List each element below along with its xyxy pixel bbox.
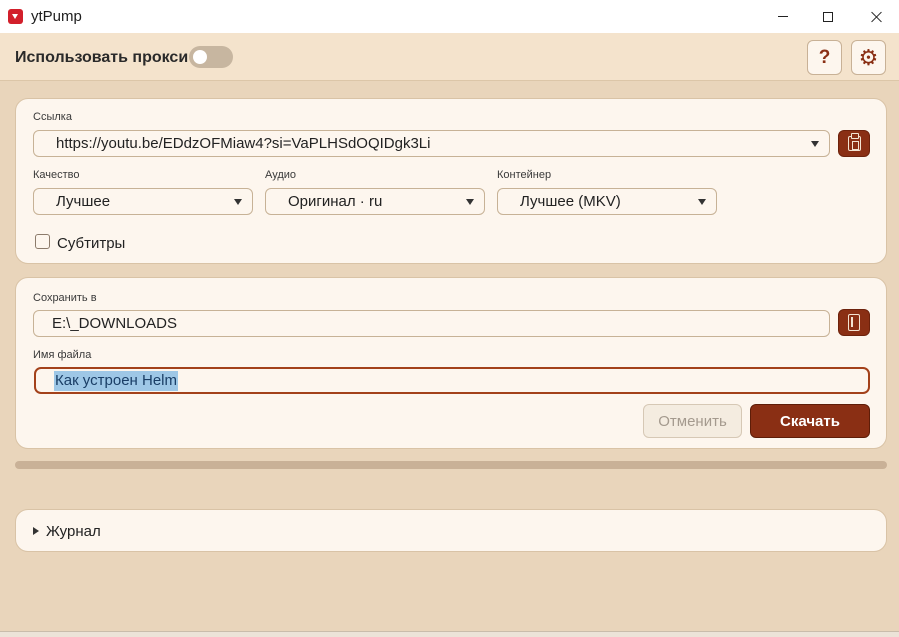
expand-arrow-icon[interactable] xyxy=(33,527,39,535)
proxy-label: Использовать прокси xyxy=(15,49,189,66)
container-select[interactable]: Лучшее (MKV) xyxy=(497,188,717,215)
maximize-icon xyxy=(823,11,833,22)
container-value: Лучшее (MKV) xyxy=(520,193,621,210)
chevron-down-icon xyxy=(234,199,242,205)
proxy-toggle[interactable] xyxy=(189,46,233,68)
save-path-input[interactable]: E:\_DOWNLOADS xyxy=(33,310,830,337)
browse-folder-button[interactable] xyxy=(838,309,870,336)
settings-button[interactable]: ⚙ xyxy=(851,40,886,75)
clipboard-icon xyxy=(847,133,861,151)
log-label[interactable]: Журнал xyxy=(46,523,101,540)
help-icon: ? xyxy=(818,46,831,68)
chevron-down-icon xyxy=(698,199,706,205)
save-path-label: Сохранить в xyxy=(33,292,97,304)
maximize-button[interactable] xyxy=(805,0,851,33)
audio-label: Аудио xyxy=(265,169,297,181)
bottom-edge xyxy=(0,631,899,637)
folder-icon xyxy=(848,314,860,331)
url-value: https://youtu.be/EDdzOFMiaw4?si=VaPLHSdO… xyxy=(56,135,431,152)
filename-input[interactable]: Как устроен Helm xyxy=(34,367,870,394)
url-combobox[interactable]: https://youtu.be/EDdzOFMiaw4?si=VaPLHSdO… xyxy=(33,130,830,157)
filename-value: Как устроен Helm xyxy=(54,370,178,391)
url-label: Ссылка xyxy=(33,111,72,123)
close-button[interactable] xyxy=(853,0,899,33)
youtube-play-icon xyxy=(8,9,23,24)
save-path-value: E:\_DOWNLOADS xyxy=(52,315,178,332)
quality-value: Лучшее xyxy=(56,193,111,210)
cancel-button[interactable]: Отменить xyxy=(643,404,742,438)
save-card: Сохранить в E:\_DOWNLOADS Имя файла Как … xyxy=(15,277,887,449)
toggle-knob xyxy=(193,50,207,64)
chevron-down-icon xyxy=(466,199,474,205)
minimize-button[interactable] xyxy=(760,0,806,33)
container-label: Контейнер xyxy=(497,169,552,181)
window-title: ytPump xyxy=(31,8,82,25)
download-progress-bar xyxy=(15,461,887,469)
log-card[interactable]: Журнал xyxy=(15,509,887,552)
minimize-icon xyxy=(778,16,788,17)
gear-icon: ⚙ xyxy=(858,44,879,70)
title-bar: ytPump xyxy=(0,0,899,33)
chevron-down-icon xyxy=(811,141,819,147)
download-button[interactable]: Скачать xyxy=(750,404,870,438)
audio-select[interactable]: Оригинал · ru xyxy=(265,188,485,215)
filename-label: Имя файла xyxy=(33,349,92,361)
audio-value: Оригинал · ru xyxy=(288,193,383,210)
quality-label: Качество xyxy=(33,169,80,181)
close-icon xyxy=(870,11,882,23)
subtitles-checkbox[interactable] xyxy=(35,234,50,249)
help-button[interactable]: ? xyxy=(807,40,842,75)
paste-button[interactable] xyxy=(838,130,870,157)
quality-select[interactable]: Лучшее xyxy=(33,188,253,215)
subtitles-label[interactable]: Субтитры xyxy=(57,235,125,252)
link-card: Ссылка https://youtu.be/EDdzOFMiaw4?si=V… xyxy=(15,98,887,264)
